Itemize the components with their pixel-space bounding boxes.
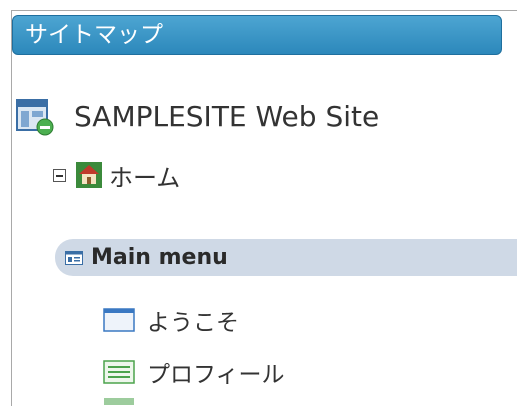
- menu-list-icon: [65, 250, 83, 265]
- sitemap-header: サイトマップ: [12, 15, 502, 55]
- main-menu-label: Main menu: [91, 245, 228, 270]
- main-menu-group[interactable]: Main menu: [55, 239, 517, 276]
- home-label: ホーム: [109, 163, 181, 192]
- house-icon: [76, 162, 102, 188]
- site-root-label: SAMPLESITE Web Site: [74, 99, 380, 133]
- text-page-icon: [103, 360, 135, 384]
- home-item[interactable]: ホーム: [53, 160, 181, 192]
- site-settings-icon: [16, 99, 54, 136]
- menu-item-partial[interactable]: [104, 398, 134, 405]
- sitemap-panel: [11, 10, 517, 406]
- menu-item-welcome[interactable]: ようこそ: [103, 303, 239, 337]
- blank-page-icon: [103, 308, 135, 332]
- site-root-item[interactable]: SAMPLESITE Web Site: [15, 96, 379, 136]
- menu-item-label: プロフィール: [147, 362, 285, 388]
- sitemap-title: サイトマップ: [25, 22, 163, 48]
- collapse-minus-icon[interactable]: [53, 168, 66, 182]
- menu-item-profile[interactable]: プロフィール: [103, 355, 285, 389]
- menu-item-label: ようこそ: [147, 310, 239, 336]
